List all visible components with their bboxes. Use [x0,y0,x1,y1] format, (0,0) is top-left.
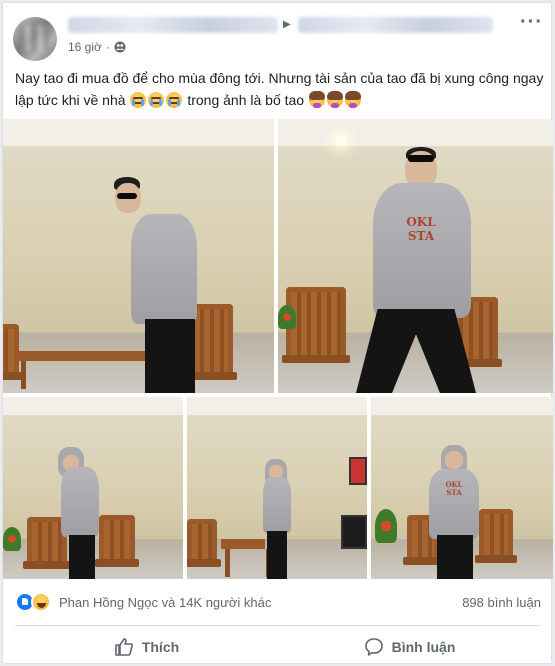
photo-4[interactable] [187,397,367,579]
arrow-right-icon: ▶ [283,19,291,30]
photo-1[interactable] [3,119,274,393]
comments-count[interactable]: 898 bình luận [462,595,541,610]
photo-2[interactable]: OKL STA [278,119,553,393]
woman-facepalming-icon [326,91,343,108]
post-header: ▶ ··· 16 giờ · [13,11,543,61]
post-text: Nay tao đi mua đồ để cho mùa đông tới. N… [15,67,545,111]
post-time[interactable]: 16 giờ [68,40,102,54]
thumbs-up-icon [115,638,133,656]
photo-grid: OKL STA OKL STA [3,119,553,579]
woman-facepalming-icon [344,91,361,108]
comment-icon [364,638,383,656]
comment-button[interactable]: Bình luận [278,631,541,663]
like-label: Thích [141,639,180,655]
avatar[interactable] [13,17,57,61]
author-name-blurred[interactable] [68,17,278,33]
post-actions: Thích Bình luận [15,631,541,663]
photo-3[interactable] [3,397,183,579]
loudly-crying-face-icon [166,92,183,108]
like-button[interactable]: Thích [15,631,278,663]
woman-facepalming-icon [308,91,325,108]
post-stats: Phan Hồng Ngọc và 14K người khác 898 bìn… [15,591,541,613]
reactions-summary[interactable]: Phan Hồng Ngọc và 14K người khác [59,595,271,610]
loudly-crying-face-icon [148,92,165,108]
more-options-icon[interactable]: ··· [520,11,543,34]
post-text-after: trong ảnh là bố tao [187,92,305,108]
haha-reaction-icon[interactable] [31,592,51,612]
post-card: ▶ ··· 16 giờ · Nay tao đi mua đồ để cho … [2,2,553,664]
friends-icon[interactable] [114,41,126,53]
loudly-crying-face-icon [130,92,147,108]
comment-label: Bình luận [391,639,456,655]
post-meta: 16 giờ · [68,40,126,54]
group-name-blurred[interactable] [298,17,493,33]
photo-5[interactable]: OKL STA [371,397,553,579]
divider [15,625,541,626]
